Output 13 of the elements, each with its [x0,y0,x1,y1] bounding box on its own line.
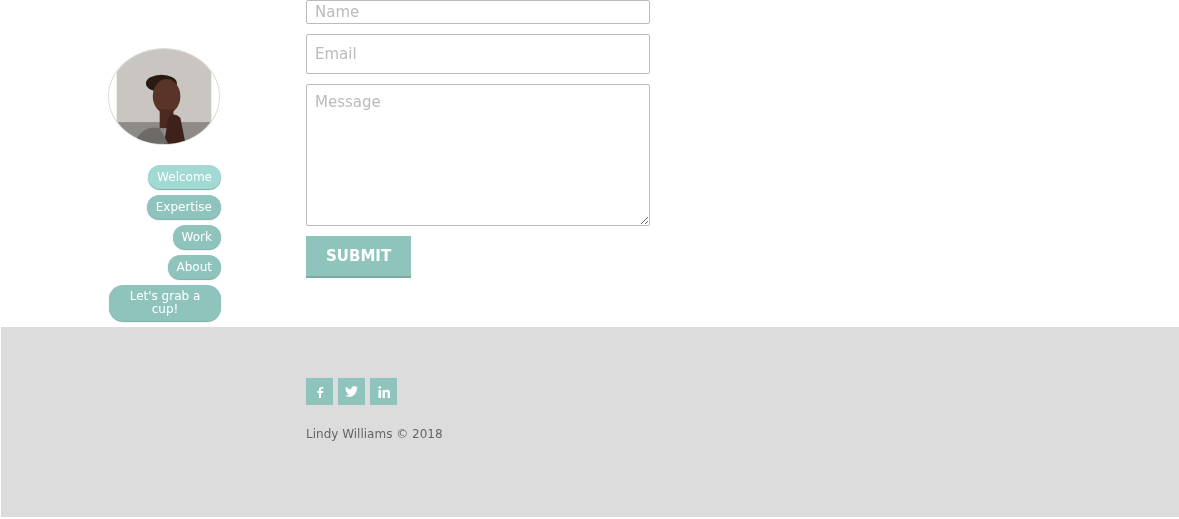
message-field[interactable]: Message [306,84,650,226]
twitter-icon[interactable] [338,378,365,405]
linkedin-icon[interactable] [370,378,397,405]
nav-button[interactable]: Welcome [148,164,221,189]
facebook-icon[interactable] [306,378,333,405]
input-field[interactable]: Name [306,0,650,24]
input-field[interactable]: Email [306,34,650,74]
copyright-text: Lindy Williams © 2018 [306,427,443,441]
submit-button[interactable]: SUBMIT [306,236,412,276]
nav-button[interactable]: Let's grab a cup! [109,284,221,321]
nav-button[interactable]: Expertise [146,194,221,219]
nav-button[interactable]: About [167,254,221,279]
nav-button[interactable]: Work [172,224,221,249]
